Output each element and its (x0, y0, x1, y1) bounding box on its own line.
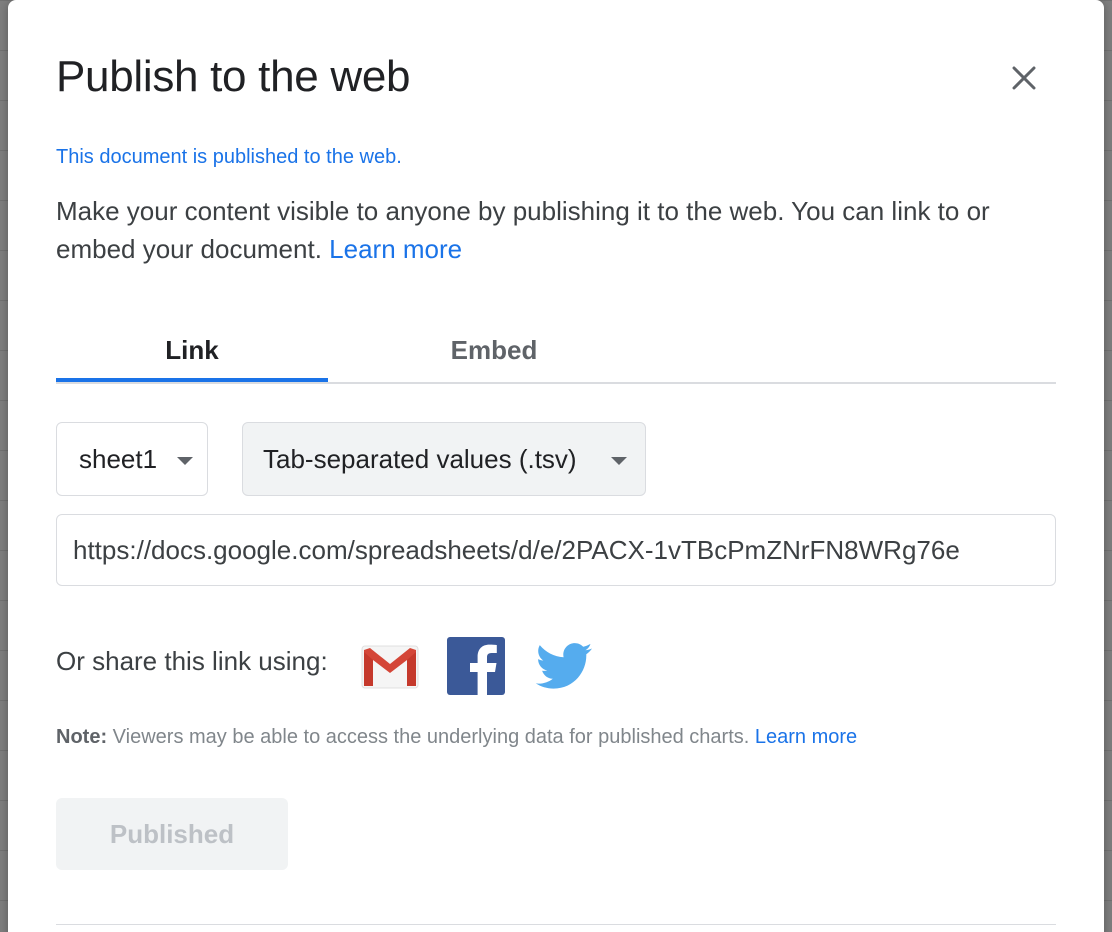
dialog-description: Make your content visible to anyone by p… (56, 192, 1056, 268)
tab-bar: Link Embed (56, 320, 1056, 384)
published-status: This document is published to the web. (56, 146, 402, 168)
chevron-down-icon (177, 457, 193, 465)
close-button[interactable] (1006, 60, 1042, 96)
dialog-title: Publish to the web (56, 52, 411, 101)
facebook-icon[interactable] (446, 636, 506, 696)
note-label: Note: (56, 726, 108, 748)
footer-divider (56, 924, 1056, 925)
published-button[interactable]: Published (56, 798, 288, 870)
gmail-icon[interactable] (360, 636, 420, 696)
close-icon (1012, 66, 1036, 90)
share-label: Or share this link using: (56, 646, 328, 676)
tab-link[interactable]: Link (56, 320, 328, 382)
chevron-down-icon (611, 457, 627, 465)
note-text: Note: Viewers may be able to access the … (56, 726, 857, 749)
sheet-select-value: sheet1 (79, 444, 158, 474)
description-text: Make your content visible to anyone by p… (56, 196, 990, 264)
sheet-select[interactable]: sheet1 (56, 422, 208, 496)
publish-dialog: Publish to the web This document is publ… (8, 0, 1104, 932)
twitter-icon[interactable] (534, 636, 594, 696)
learn-more-link[interactable]: Learn more (329, 234, 462, 264)
note-learn-more-link[interactable]: Learn more (755, 726, 857, 748)
note-body: Viewers may be able to access the underl… (107, 726, 755, 748)
format-select-value: Tab-separated values (.tsv) (263, 444, 577, 474)
published-url-field[interactable] (56, 514, 1056, 586)
tab-embed[interactable]: Embed (386, 320, 602, 380)
format-select[interactable]: Tab-separated values (.tsv) (242, 422, 646, 496)
